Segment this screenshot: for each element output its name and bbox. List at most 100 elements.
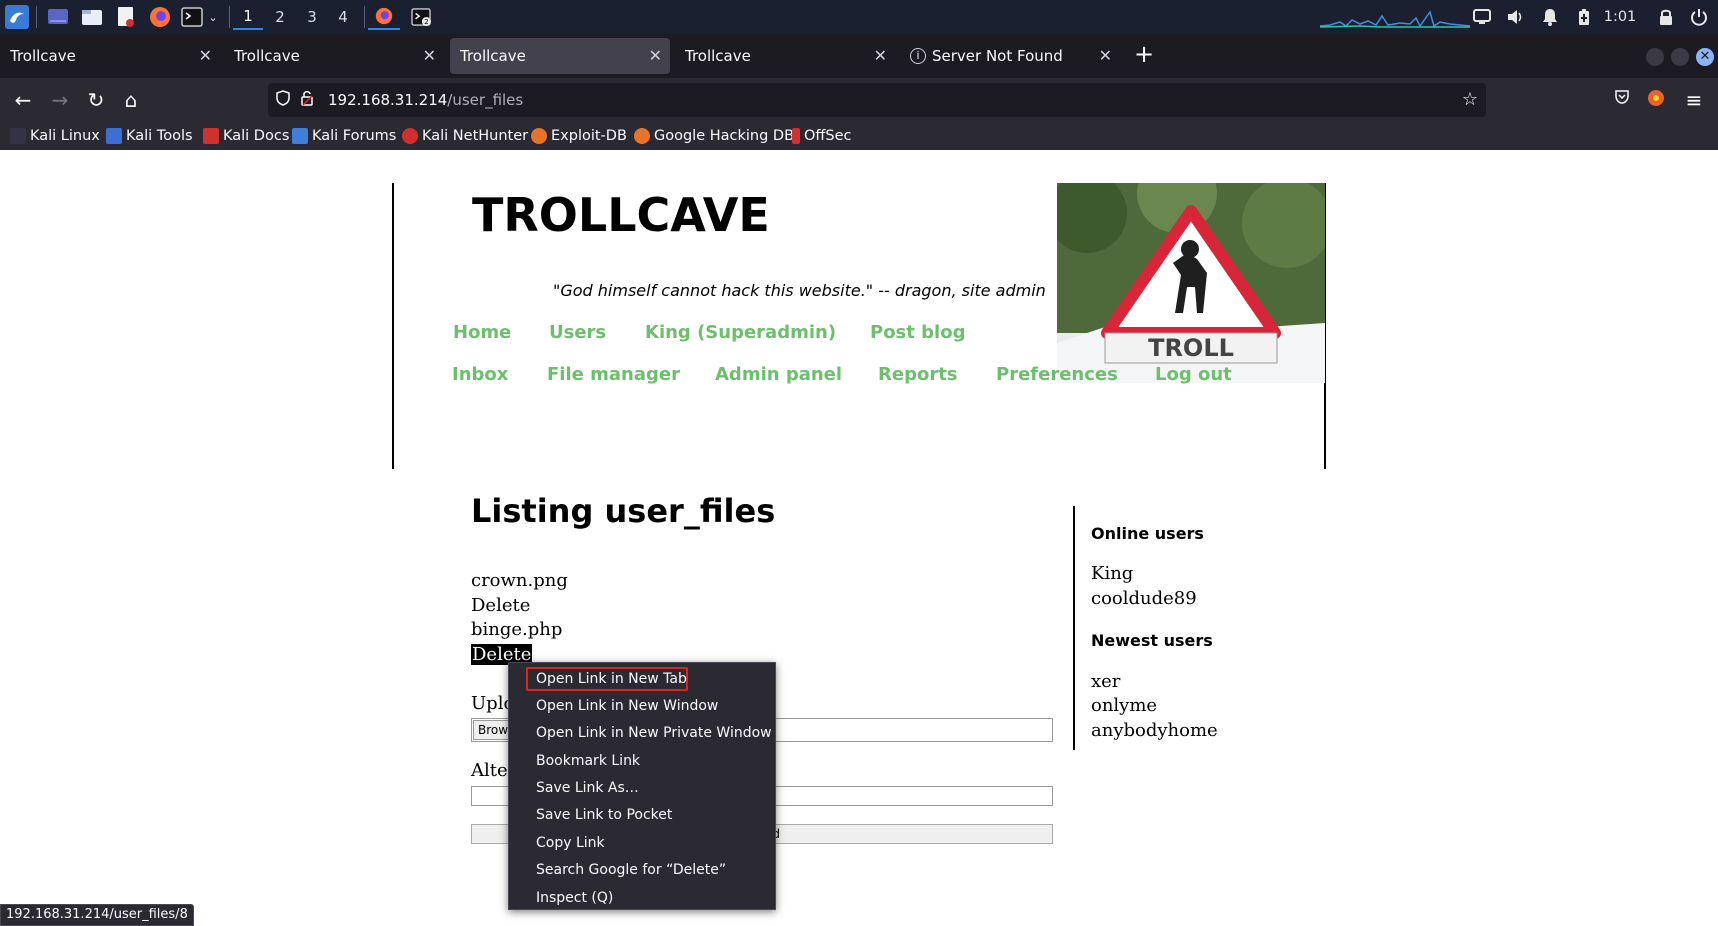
file-name[interactable]: binge.php bbox=[471, 619, 562, 640]
ghdb-icon bbox=[634, 128, 650, 144]
nav-users[interactable]: Users bbox=[549, 322, 606, 343]
workspace-4[interactable]: 4 bbox=[328, 4, 358, 30]
menu-open-link-private-window[interactable]: Open Link in New Private Window bbox=[536, 725, 772, 741]
bookmark-label: Kali Linux bbox=[30, 128, 100, 144]
minimize-button[interactable] bbox=[1646, 48, 1664, 66]
file-manager-icon[interactable] bbox=[80, 4, 104, 30]
bookmark-kali-linux[interactable]: Kali Linux bbox=[10, 126, 100, 146]
home-icon[interactable]: ⌂ bbox=[117, 86, 145, 114]
power-icon[interactable] bbox=[1687, 4, 1711, 30]
newest-user[interactable]: onlyme bbox=[1091, 695, 1157, 716]
kali-menu-icon[interactable] bbox=[4, 4, 30, 30]
online-user[interactable]: cooldude89 bbox=[1091, 588, 1197, 609]
menu-bookmark-link[interactable]: Bookmark Link bbox=[536, 753, 640, 769]
hamburger-menu-icon[interactable]: ≡ bbox=[1680, 86, 1708, 114]
newest-user[interactable]: xer bbox=[1091, 671, 1120, 692]
troll-sign-text: TROLL bbox=[1148, 334, 1234, 362]
nav-preferences[interactable]: Preferences bbox=[996, 364, 1118, 385]
exploit-db-icon bbox=[531, 128, 547, 144]
network-graph bbox=[1320, 4, 1470, 30]
nav-king-superadmin[interactable]: King (Superadmin) bbox=[645, 322, 836, 343]
bookmark-kali-nethunter[interactable]: Kali NetHunter bbox=[402, 126, 528, 146]
reload-icon[interactable]: ↻ bbox=[82, 86, 110, 114]
navigation-bar: ← → ↻ ⌂ 192.168.31.214/user_files ☆ ≡ bbox=[0, 78, 1718, 122]
menu-open-link-new-window[interactable]: Open Link in New Window bbox=[536, 698, 718, 714]
bookmark-label: Kali Docs bbox=[223, 128, 290, 144]
pocket-icon[interactable] bbox=[1608, 86, 1636, 114]
online-users-heading: Online users bbox=[1091, 524, 1204, 543]
menu-open-link-new-tab[interactable]: Open Link in New Tab bbox=[536, 671, 687, 687]
bookmark-kali-forums[interactable]: Kali Forums bbox=[292, 126, 396, 146]
text-editor-icon[interactable] bbox=[114, 4, 138, 30]
extension-icon[interactable] bbox=[1642, 86, 1670, 114]
info-icon: i bbox=[910, 48, 926, 64]
online-user[interactable]: King bbox=[1091, 563, 1133, 584]
nav-reports[interactable]: Reports bbox=[878, 364, 958, 385]
tab-trollcave-3[interactable]: Trollcave ✕ bbox=[450, 38, 670, 74]
delete-link[interactable]: Delete bbox=[471, 595, 530, 616]
nav-inbox[interactable]: Inbox bbox=[452, 364, 508, 385]
sidebar-divider bbox=[1073, 506, 1075, 750]
nav-home[interactable]: Home bbox=[453, 322, 511, 343]
offsec-icon bbox=[792, 128, 800, 144]
workspace-3[interactable]: 3 bbox=[297, 4, 327, 30]
bookmark-star-icon[interactable]: ☆ bbox=[1462, 89, 1478, 110]
tab-server-not-found[interactable]: i Server Not Found ✕ bbox=[900, 38, 1120, 74]
notification-bell-icon[interactable] bbox=[1538, 4, 1562, 30]
battery-icon[interactable] bbox=[1572, 4, 1596, 30]
page-content: TROLLCAVE "God himself cannot hack this … bbox=[0, 150, 1718, 926]
menu-save-link-to-pocket[interactable]: Save Link to Pocket bbox=[536, 807, 672, 823]
clock[interactable]: 1:01 bbox=[1600, 4, 1640, 30]
close-icon[interactable]: ✕ bbox=[199, 46, 212, 65]
menu-search-google[interactable]: Search Google for “Delete” bbox=[536, 862, 726, 878]
url-bar[interactable]: 192.168.31.214/user_files ☆ bbox=[268, 83, 1486, 117]
volume-icon[interactable] bbox=[1504, 4, 1528, 30]
menu-copy-link[interactable]: Copy Link bbox=[536, 835, 605, 851]
back-arrow-icon[interactable]: ← bbox=[9, 86, 37, 114]
site-title: TROLLCAVE bbox=[472, 188, 770, 242]
bookmarks-bar: Kali Linux Kali Tools Kali Docs Kali For… bbox=[0, 122, 1718, 150]
menu-save-link-as[interactable]: Save Link As… bbox=[536, 780, 639, 796]
close-window-button[interactable]: ✕ bbox=[1696, 48, 1714, 66]
tab-title: Trollcave bbox=[234, 47, 300, 65]
close-icon[interactable]: ✕ bbox=[423, 46, 436, 65]
workspace-1[interactable]: 1 bbox=[233, 4, 263, 30]
bookmark-offsec[interactable]: OffSec bbox=[792, 126, 852, 146]
nav-admin-panel[interactable]: Admin panel bbox=[715, 364, 842, 385]
close-icon[interactable]: ✕ bbox=[874, 46, 887, 65]
file-name[interactable]: crown.png bbox=[471, 570, 568, 591]
tab-trollcave-4[interactable]: Trollcave ✕ bbox=[675, 38, 895, 74]
display-icon[interactable] bbox=[1470, 4, 1494, 30]
forward-arrow-icon[interactable]: → bbox=[46, 86, 74, 114]
page-info-icon[interactable] bbox=[300, 90, 318, 110]
kali-forums-icon bbox=[292, 128, 308, 144]
nav-file-manager[interactable]: File manager bbox=[547, 364, 680, 385]
desktop-icon[interactable] bbox=[46, 4, 70, 30]
chevron-down-icon[interactable]: ⌄ bbox=[205, 4, 221, 30]
url-host: 192.168.31.214 bbox=[328, 91, 448, 109]
tab-trollcave-2[interactable]: Trollcave ✕ bbox=[224, 38, 444, 74]
nav-post-blog[interactable]: Post blog bbox=[870, 322, 965, 343]
terminal-window-icon[interactable]: 2 bbox=[406, 4, 436, 30]
bookmark-kali-tools[interactable]: Kali Tools bbox=[106, 126, 193, 146]
close-icon[interactable]: ✕ bbox=[1099, 46, 1112, 65]
bookmark-label: Kali Forums bbox=[312, 128, 397, 144]
lock-icon[interactable] bbox=[1654, 4, 1678, 30]
firefox-window-icon[interactable] bbox=[368, 4, 400, 30]
menu-inspect[interactable]: Inspect (Q) bbox=[536, 890, 613, 906]
bookmark-kali-docs[interactable]: Kali Docs bbox=[203, 126, 289, 146]
site-tagline: "God himself cannot hack this website." … bbox=[553, 281, 1046, 300]
nethunter-icon bbox=[402, 128, 418, 144]
firefox-icon[interactable] bbox=[148, 4, 172, 30]
newest-user[interactable]: anybodyhome bbox=[1091, 720, 1218, 741]
bookmark-google-hacking-db[interactable]: Google Hacking DB bbox=[634, 126, 794, 146]
tab-trollcave-1[interactable]: Trollcave ✕ bbox=[0, 38, 220, 74]
new-tab-button[interactable]: + bbox=[1134, 40, 1154, 68]
shield-icon[interactable] bbox=[276, 90, 294, 110]
terminal-icon[interactable] bbox=[180, 4, 204, 30]
close-icon[interactable]: ✕ bbox=[649, 46, 662, 65]
bookmark-exploit-db[interactable]: Exploit-DB bbox=[531, 126, 627, 146]
nav-log-out[interactable]: Log out bbox=[1155, 364, 1232, 385]
maximize-button[interactable] bbox=[1671, 48, 1689, 66]
workspace-2[interactable]: 2 bbox=[265, 4, 295, 30]
